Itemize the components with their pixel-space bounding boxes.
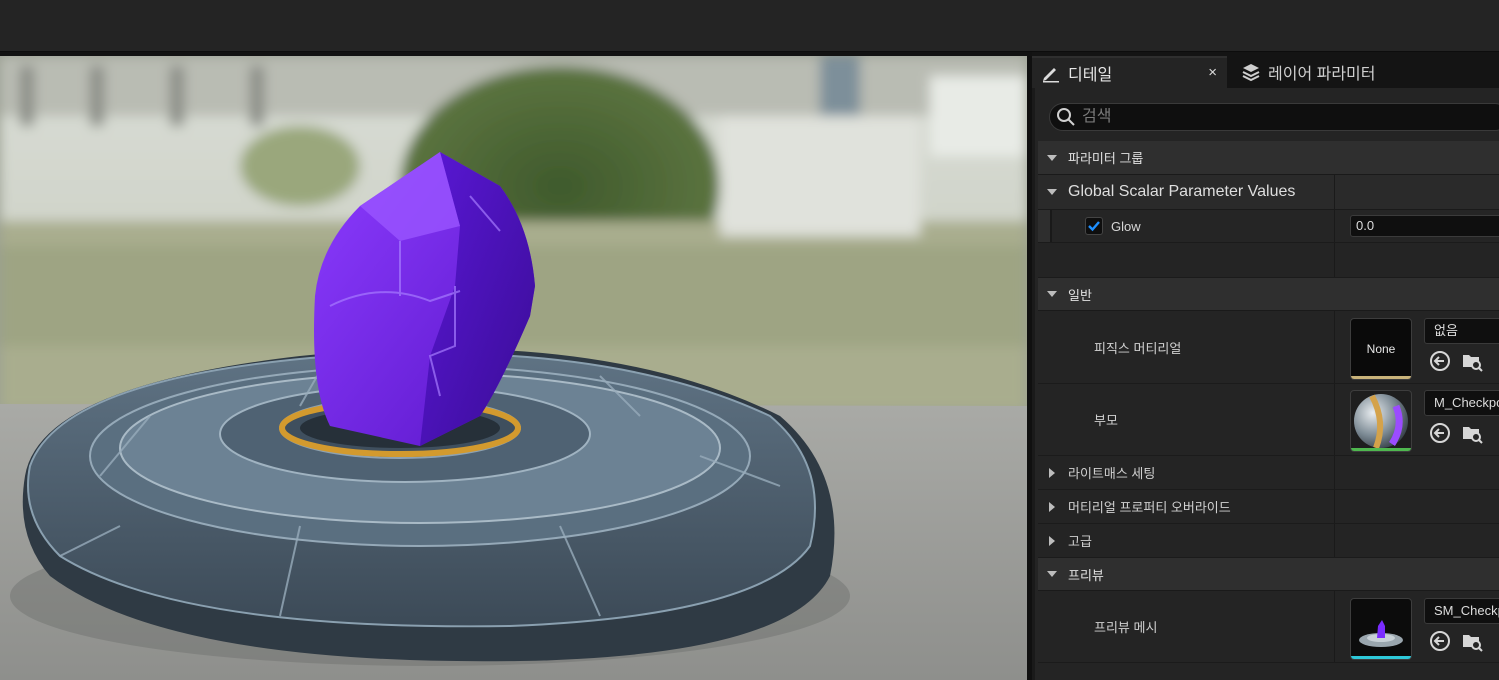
column-divider bbox=[1334, 490, 1335, 523]
section-advanced[interactable]: 고급 bbox=[1038, 524, 1499, 558]
tab-layer-parameters-label: 레이어 파라미터 bbox=[1268, 66, 1376, 83]
tab-details[interactable]: 디테일 × bbox=[1032, 56, 1227, 88]
search-input[interactable] bbox=[1082, 108, 1462, 126]
use-selected-button[interactable] bbox=[1429, 630, 1451, 652]
row-indent bbox=[1038, 210, 1052, 242]
physics-material-thumbnail[interactable]: None bbox=[1350, 318, 1412, 380]
parent-material-picker[interactable]: M_Checkpo bbox=[1424, 390, 1499, 416]
column-divider bbox=[1334, 311, 1335, 383]
glow-value-field[interactable]: 0.0 bbox=[1350, 215, 1499, 237]
material-sphere-preview bbox=[1354, 394, 1408, 450]
details-panel: 디테일 × 레이어 파라미터 파라미터 그룹 Global Scalar Par… bbox=[1032, 52, 1499, 680]
mesh-preview bbox=[1359, 620, 1403, 647]
arrow-left-circle-icon bbox=[1430, 423, 1450, 443]
preview-scene bbox=[0, 56, 1027, 680]
details-content: 파라미터 그룹 Global Scalar Parameter Values G… bbox=[1035, 88, 1499, 680]
section-label: 머티리얼 프로퍼티 오버라이드 bbox=[1068, 500, 1231, 515]
empty-row bbox=[1038, 243, 1499, 278]
panel-tab-bar: 디테일 × 레이어 파라미터 bbox=[1032, 52, 1499, 88]
chevron-right-icon bbox=[1046, 501, 1058, 513]
glow-label: Glow bbox=[1111, 219, 1141, 234]
preview-mesh-label: 프리뷰 메시 bbox=[1094, 620, 1158, 635]
tab-layer-parameters[interactable]: 레이어 파라미터 bbox=[1232, 56, 1499, 88]
group-global-scalar[interactable]: Global Scalar Parameter Values bbox=[1038, 175, 1499, 210]
chevron-right-icon bbox=[1046, 535, 1058, 547]
section-label: 일반 bbox=[1068, 287, 1092, 303]
column-divider bbox=[1334, 384, 1335, 455]
section-label: 고급 bbox=[1068, 534, 1092, 549]
asset-type-bar bbox=[1351, 448, 1411, 451]
section-general[interactable]: 일반 bbox=[1038, 278, 1499, 311]
chevron-down-icon bbox=[1046, 186, 1058, 198]
prop-parent: 부모 M_Checkpo bbox=[1038, 384, 1499, 456]
browse-asset-button[interactable] bbox=[1461, 422, 1483, 444]
section-preview[interactable]: 프리뷰 bbox=[1038, 558, 1499, 591]
section-lightmass[interactable]: 라이트매스 세팅 bbox=[1038, 456, 1499, 490]
arrow-left-circle-icon bbox=[1430, 351, 1450, 371]
tab-details-label: 디테일 bbox=[1068, 67, 1113, 84]
chevron-right-icon bbox=[1046, 467, 1058, 479]
close-tab-button[interactable]: × bbox=[1208, 64, 1217, 81]
search-icon bbox=[1056, 107, 1076, 127]
search-box[interactable] bbox=[1049, 103, 1499, 131]
folder-search-icon bbox=[1463, 355, 1483, 372]
section-label: 파라미터 그룹 bbox=[1068, 151, 1144, 166]
prop-preview-mesh: 프리뷰 메시 SM_Checkp bbox=[1038, 591, 1499, 663]
browse-asset-button[interactable] bbox=[1461, 630, 1483, 652]
group-label: Global Scalar Parameter Values bbox=[1068, 183, 1296, 200]
column-divider bbox=[1334, 210, 1335, 242]
folder-search-icon bbox=[1463, 427, 1483, 444]
physics-material-label: 피직스 머티리얼 bbox=[1094, 340, 1182, 356]
glow-override-checkbox[interactable] bbox=[1085, 217, 1103, 235]
column-divider bbox=[1334, 243, 1335, 277]
asset-type-bar bbox=[1351, 376, 1411, 379]
thumbnail-text: None bbox=[1366, 342, 1396, 356]
folder-search-icon bbox=[1463, 635, 1483, 652]
browse-asset-button[interactable] bbox=[1461, 350, 1483, 372]
use-selected-button[interactable] bbox=[1429, 422, 1451, 444]
column-divider bbox=[1334, 456, 1335, 489]
preview-mesh-thumbnail[interactable] bbox=[1350, 598, 1412, 660]
chevron-down-icon bbox=[1046, 152, 1058, 164]
param-row-glow: Glow 0.0 bbox=[1038, 210, 1499, 243]
pencil-icon bbox=[1040, 62, 1062, 84]
material-preview-viewport[interactable] bbox=[0, 56, 1027, 680]
physics-material-picker[interactable]: 없음 bbox=[1424, 318, 1499, 344]
column-divider bbox=[1334, 524, 1335, 557]
prop-physics-material: 피직스 머티리얼 None 없음 bbox=[1038, 311, 1499, 384]
section-parameter-groups[interactable]: 파라미터 그룹 bbox=[1038, 141, 1499, 175]
section-label: 프리뷰 bbox=[1068, 567, 1104, 583]
parent-label: 부모 bbox=[1094, 413, 1118, 428]
arrow-left-circle-icon bbox=[1430, 631, 1450, 651]
chevron-down-icon bbox=[1046, 288, 1058, 300]
column-divider bbox=[1334, 175, 1335, 209]
use-selected-button[interactable] bbox=[1429, 350, 1451, 372]
parent-material-thumbnail[interactable] bbox=[1350, 390, 1412, 452]
asset-type-bar bbox=[1351, 656, 1411, 659]
preview-mesh-picker[interactable]: SM_Checkp bbox=[1424, 598, 1499, 624]
layers-icon bbox=[1240, 61, 1262, 83]
chevron-down-icon bbox=[1046, 568, 1058, 580]
column-divider bbox=[1334, 591, 1335, 662]
section-label: 라이트매스 세팅 bbox=[1068, 466, 1156, 481]
section-material-property-overrides[interactable]: 머티리얼 프로퍼티 오버라이드 bbox=[1038, 490, 1499, 524]
check-icon bbox=[1088, 221, 1100, 232]
top-toolbar bbox=[0, 0, 1499, 52]
